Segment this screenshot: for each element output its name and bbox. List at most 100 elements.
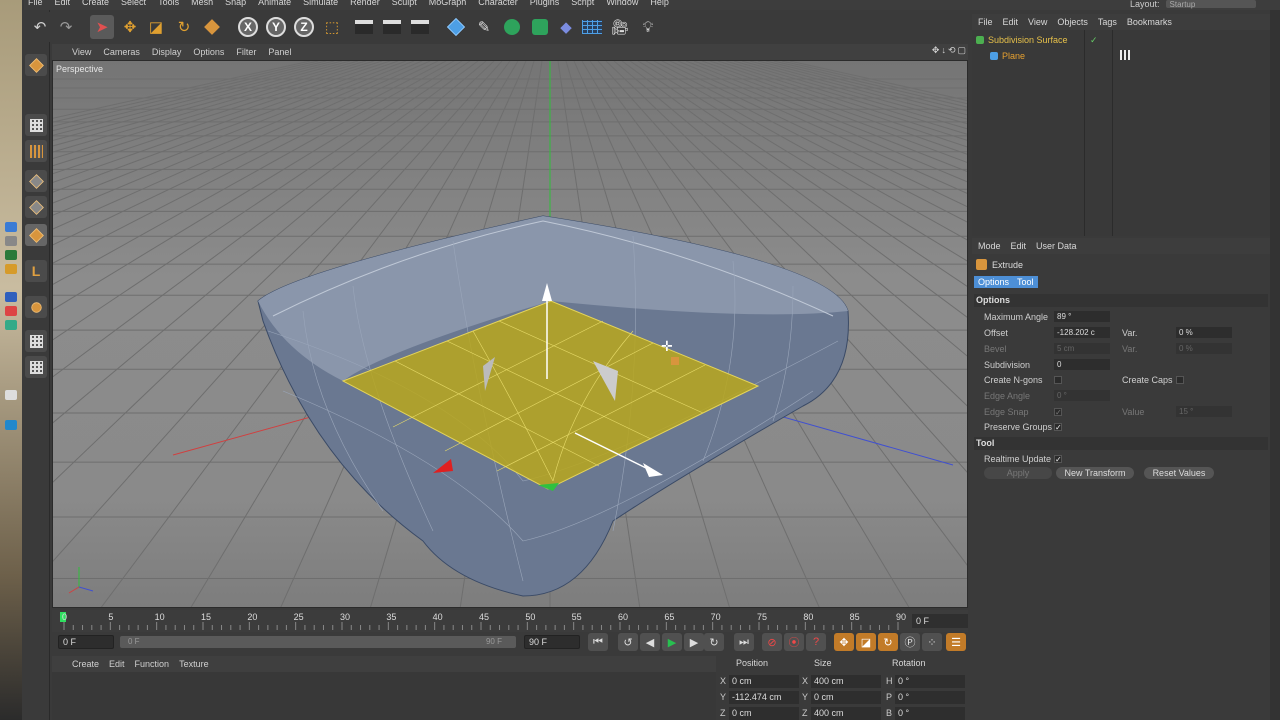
app-icon[interactable] xyxy=(5,420,17,430)
offset-field[interactable]: -128.202 c xyxy=(1054,327,1110,338)
reset-values-button[interactable]: Reset Values xyxy=(1144,467,1214,479)
points-mode-button[interactable] xyxy=(25,170,47,192)
menu-item-3[interactable]: Select xyxy=(121,0,146,10)
app-icon[interactable] xyxy=(5,292,17,302)
rotation-b-field[interactable]: 0 ° xyxy=(895,707,965,720)
object-manager[interactable]: Subdivision Surface Plane ✓ xyxy=(972,30,1270,236)
go-to-end-button[interactable]: ⏭ xyxy=(734,633,754,651)
material-menu-item-2[interactable]: Function xyxy=(135,659,170,669)
redo-button[interactable]: ↷ xyxy=(54,15,78,39)
edge-angle-field[interactable]: 0 ° xyxy=(1054,390,1110,401)
realtime-update-checkbox[interactable]: ✓ xyxy=(1054,455,1062,464)
move-tool-button[interactable]: ✥ xyxy=(118,15,142,39)
attribute-menu-item-2[interactable]: User Data xyxy=(1036,241,1077,251)
max-angle-field[interactable]: 89 ° xyxy=(1054,311,1110,322)
right-side-tabs[interactable] xyxy=(1270,10,1280,720)
rotation-h-field[interactable]: 0 ° xyxy=(895,675,965,688)
new-transform-button[interactable]: New Transform xyxy=(1056,467,1134,479)
app-icon[interactable] xyxy=(5,390,17,400)
create-caps-checkbox[interactable] xyxy=(1176,376,1184,384)
deformer-button[interactable]: ◆ xyxy=(554,15,578,39)
key-scale-button[interactable]: ◪ xyxy=(856,633,876,651)
coordinate-system-button[interactable]: ⬚ xyxy=(320,15,344,39)
render-picture-viewer-button[interactable] xyxy=(380,15,404,39)
camera-button[interactable]: 🎥︎ xyxy=(608,15,632,39)
key-position-button[interactable]: ✥ xyxy=(834,633,854,651)
array-button[interactable] xyxy=(528,15,552,39)
create-ngons-checkbox[interactable] xyxy=(1054,376,1062,384)
value-field[interactable]: 15 ° xyxy=(1176,406,1232,417)
menu-item-1[interactable]: Edit xyxy=(55,0,71,10)
attribute-menu-item-1[interactable]: Edit xyxy=(1011,241,1027,251)
app-icon[interactable] xyxy=(5,264,17,274)
apply-button[interactable]: Apply xyxy=(984,467,1052,479)
menu-item-2[interactable]: Create xyxy=(82,0,109,10)
viewport-perspective[interactable]: ✛ Perspective xyxy=(52,60,968,608)
edge-snap-checkbox[interactable]: ✓ xyxy=(1054,408,1062,417)
app-icon[interactable] xyxy=(5,236,17,246)
keyframe-selection-button[interactable]: ? xyxy=(806,633,826,651)
object-menu-item-3[interactable]: Objects xyxy=(1057,17,1088,27)
go-to-start-button[interactable]: ⏮ xyxy=(588,633,608,651)
polygons-mode-button[interactable] xyxy=(25,224,47,246)
offset-var-field[interactable]: 0 % xyxy=(1176,327,1232,338)
section-options[interactable]: Options xyxy=(974,294,1268,307)
size-x-field[interactable]: 400 cm xyxy=(811,675,881,688)
end-frame-field[interactable]: 90 F xyxy=(524,635,580,649)
y-axis-button[interactable]: Y xyxy=(264,15,288,39)
rotation-p-field[interactable]: 0 ° xyxy=(895,691,965,704)
texture-mode-button[interactable] xyxy=(25,114,47,136)
next-keyframe-button[interactable]: ↻ xyxy=(704,633,724,651)
z-axis-button[interactable]: Z xyxy=(292,15,316,39)
menu-item-12[interactable]: Character xyxy=(478,0,518,10)
menu-item-4[interactable]: Tools xyxy=(158,0,179,10)
menu-item-6[interactable]: Snap xyxy=(225,0,246,10)
spline-pen-button[interactable]: ✎ xyxy=(472,15,496,39)
model-mode-button[interactable] xyxy=(25,54,47,76)
visibility-check-icon[interactable]: ✓ xyxy=(1090,35,1098,46)
object-subdivision-surface[interactable]: Subdivision Surface xyxy=(976,35,1068,45)
menu-item-7[interactable]: Animate xyxy=(258,0,291,10)
menu-item-8[interactable]: Simulate xyxy=(303,0,338,10)
viewport-menu-item-0[interactable]: View xyxy=(72,47,91,57)
next-frame-button[interactable]: ▶ xyxy=(684,633,704,651)
viewport-menu-item-3[interactable]: Options xyxy=(193,47,224,57)
frame-range-slider[interactable]: 0 F 90 F xyxy=(120,636,516,648)
x-axis-button[interactable]: X xyxy=(236,15,260,39)
menu-item-14[interactable]: Script xyxy=(571,0,594,10)
texture-tag-icon[interactable] xyxy=(1120,50,1130,60)
menu-item-9[interactable]: Render xyxy=(350,0,380,10)
material-menu-item-3[interactable]: Texture xyxy=(179,659,209,669)
scale-tool-button[interactable]: ◪ xyxy=(144,15,168,39)
undo-button[interactable]: ↶ xyxy=(28,15,52,39)
object-menu-item-1[interactable]: Edit xyxy=(1003,17,1019,27)
play-button[interactable]: ▶ xyxy=(662,633,682,651)
tab-options[interactable]: Options xyxy=(974,276,1014,288)
viewport-menu-item-4[interactable]: Filter xyxy=(236,47,256,57)
menu-item-10[interactable]: Sculpt xyxy=(392,0,417,10)
app-icon[interactable] xyxy=(5,222,17,232)
object-menu-item-0[interactable]: File xyxy=(978,17,993,27)
object-menu-item-4[interactable]: Tags xyxy=(1098,17,1117,27)
position-y-field[interactable]: -112.474 cm xyxy=(729,691,799,704)
key-rotation-button[interactable]: ↻ xyxy=(878,633,898,651)
object-menu-item-5[interactable]: Bookmarks xyxy=(1127,17,1172,27)
viewport-label[interactable]: Perspective xyxy=(56,64,103,74)
cube-primitive-button[interactable] xyxy=(444,15,468,39)
start-frame-field[interactable]: 0 F xyxy=(58,635,114,649)
light-button[interactable]: 💡︎ xyxy=(636,15,660,39)
render-settings-button[interactable] xyxy=(408,15,432,39)
axis-mode-button[interactable]: L xyxy=(25,260,47,282)
subdivision-field[interactable]: 0 xyxy=(1054,359,1110,370)
section-tool[interactable]: Tool xyxy=(974,437,1268,450)
size-y-field[interactable]: 0 cm xyxy=(811,691,881,704)
app-icon[interactable] xyxy=(5,320,17,330)
recent-tools-button[interactable] xyxy=(200,15,224,39)
position-z-field[interactable]: 0 cm xyxy=(729,707,799,720)
menu-item-0[interactable]: File xyxy=(28,0,43,10)
subdivision-surface-button[interactable] xyxy=(500,15,524,39)
menu-item-13[interactable]: Plugins xyxy=(530,0,560,10)
current-frame-field[interactable]: 0 F xyxy=(912,614,968,628)
render-view-button[interactable] xyxy=(352,15,376,39)
snap-button[interactable] xyxy=(25,330,47,352)
